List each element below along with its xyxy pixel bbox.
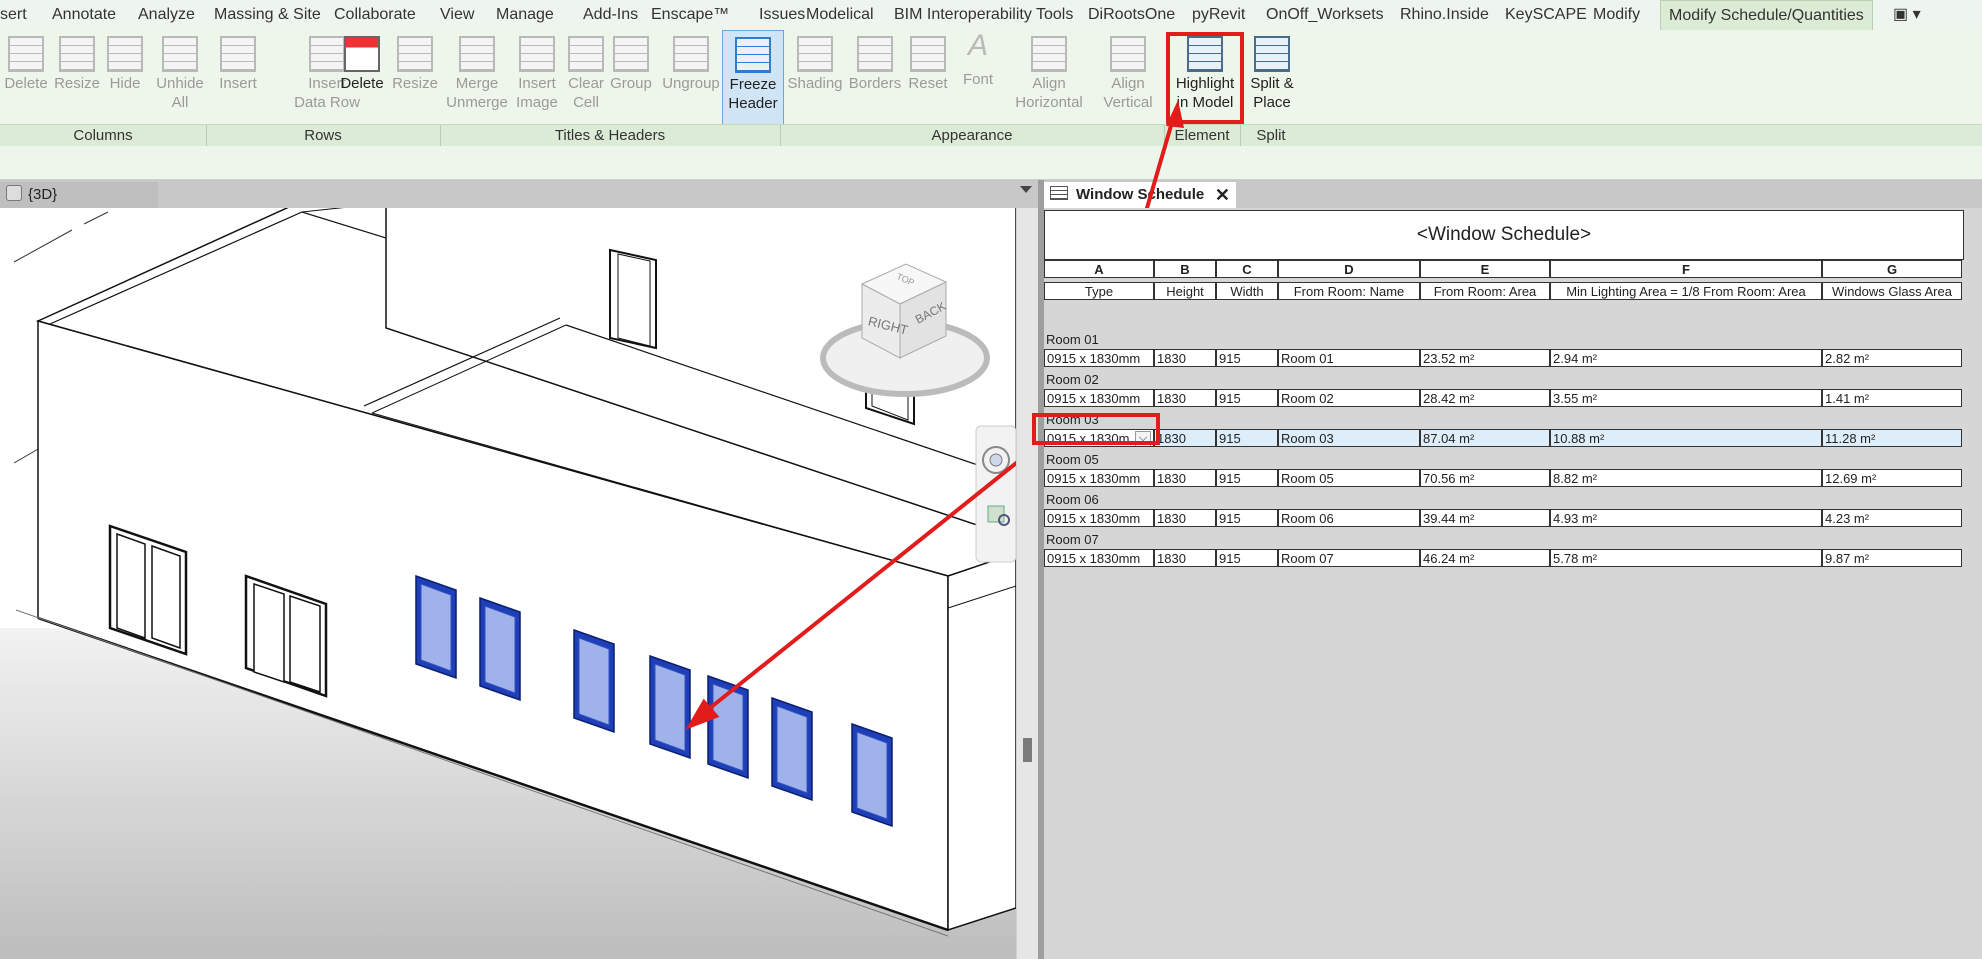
table-row-cell-b[interactable]: 1830 <box>1154 469 1216 487</box>
column-letter-row-cell-a[interactable]: A <box>1044 260 1154 278</box>
table-row-cell-a[interactable]: 0915 x 1830m ⌵ <box>1044 429 1154 447</box>
column-letter-row-cell-b[interactable]: B <box>1154 260 1216 278</box>
group-header-label: Room 06 <box>1046 492 1099 507</box>
column-letter-row-cell-e[interactable]: E <box>1420 260 1550 278</box>
column-header-row-cell-a[interactable]: Type <box>1044 282 1154 300</box>
table-row-cell-c[interactable]: 915 <box>1216 549 1278 567</box>
table-row-cell-a[interactable]: 0915 x 1830mm <box>1044 349 1154 367</box>
schedule-title[interactable]: <Window Schedule> <box>1044 210 1964 260</box>
table-row-cell-f[interactable]: 2.94 m² <box>1550 349 1822 367</box>
table-row-cell-g[interactable]: 2.82 m² <box>1822 349 1962 367</box>
table-row-cell-c[interactable]: 915 <box>1216 349 1278 367</box>
table-row-cell-b[interactable]: 1830 <box>1154 349 1216 367</box>
table-row-cell-b[interactable]: 1830 <box>1154 389 1216 407</box>
table-row-cell-a[interactable]: 0915 x 1830mm <box>1044 389 1154 407</box>
column-header-row-cell-c[interactable]: Width <box>1216 282 1278 300</box>
column-header-row-cell-e[interactable]: From Room: Area <box>1420 282 1550 300</box>
table-row-cell-e[interactable]: 87.04 m² <box>1420 429 1550 447</box>
table-row-cell-a[interactable]: 0915 x 1830mm <box>1044 469 1154 487</box>
table-row-cell-g[interactable]: 12.69 m² <box>1822 469 1962 487</box>
table-row-cell-e[interactable]: 70.56 m² <box>1420 469 1550 487</box>
table-row-cell-f[interactable]: 5.78 m² <box>1550 549 1822 567</box>
group-header-label: Room 05 <box>1046 452 1099 467</box>
table-row-cell-b[interactable]: 1830 <box>1154 429 1216 447</box>
view-scrollbar[interactable] <box>1016 208 1039 959</box>
table-row-cell-e[interactable]: 23.52 m² <box>1420 349 1550 367</box>
group-header-label: Room 02 <box>1046 372 1099 387</box>
table-row-cell-b[interactable]: 1830 <box>1154 549 1216 567</box>
table-row-cell-f[interactable]: 4.93 m² <box>1550 509 1822 527</box>
table-row-cell-c[interactable]: 915 <box>1216 389 1278 407</box>
scroll-thumb[interactable] <box>1023 738 1032 762</box>
table-row-cell-a[interactable]: 0915 x 1830mm <box>1044 509 1154 527</box>
table-row-cell-e[interactable]: 39.44 m² <box>1420 509 1550 527</box>
table-row-cell-d[interactable]: Room 03 <box>1278 429 1420 447</box>
table-row-cell-c[interactable]: 915 <box>1216 469 1278 487</box>
table-row-cell-b[interactable]: 1830 <box>1154 509 1216 527</box>
column-header-row-cell-d[interactable]: From Room: Name <box>1278 282 1420 300</box>
group-header-label: Room 03 <box>1046 412 1099 427</box>
column-header-row-cell-g[interactable]: Windows Glass Area <box>1822 282 1962 300</box>
column-letter-row-cell-g[interactable]: G <box>1822 260 1962 278</box>
table-row-cell-d[interactable]: Room 01 <box>1278 349 1420 367</box>
chevron-down-icon[interactable]: ⌵ <box>1135 431 1151 446</box>
table-row-cell-d[interactable]: Room 07 <box>1278 549 1420 567</box>
table-row-cell-f[interactable]: 3.55 m² <box>1550 389 1822 407</box>
table-row-cell-f[interactable]: 8.82 m² <box>1550 469 1822 487</box>
table-row-cell-g[interactable]: 1.41 m² <box>1822 389 1962 407</box>
schedule-view <box>1044 208 1982 959</box>
column-header-row-cell-f[interactable]: Min Lighting Area = 1/8 From Room: Area <box>1550 282 1822 300</box>
column-header-row-cell-b[interactable]: Height <box>1154 282 1216 300</box>
table-row-cell-f[interactable]: 10.88 m² <box>1550 429 1822 447</box>
column-letter-row-cell-f[interactable]: F <box>1550 260 1822 278</box>
table-row-cell-g[interactable]: 4.23 m² <box>1822 509 1962 527</box>
table-row-cell-e[interactable]: 28.42 m² <box>1420 389 1550 407</box>
table-row-cell-d[interactable]: Room 05 <box>1278 469 1420 487</box>
table-row-cell-c[interactable]: 915 <box>1216 429 1278 447</box>
group-header-label: Room 01 <box>1046 332 1099 347</box>
table-row-cell-c[interactable]: 915 <box>1216 509 1278 527</box>
column-letter-row-cell-d[interactable]: D <box>1278 260 1420 278</box>
table-row-cell-d[interactable]: Room 02 <box>1278 389 1420 407</box>
column-letter-row-cell-c[interactable]: C <box>1216 260 1278 278</box>
table-row-cell-g[interactable]: 9.87 m² <box>1822 549 1962 567</box>
table-row-cell-e[interactable]: 46.24 m² <box>1420 549 1550 567</box>
table-row-cell-d[interactable]: Room 06 <box>1278 509 1420 527</box>
table-row-cell-g[interactable]: 11.28 m² <box>1822 429 1962 447</box>
group-header-label: Room 07 <box>1046 532 1099 547</box>
table-row-cell-a[interactable]: 0915 x 1830mm <box>1044 549 1154 567</box>
